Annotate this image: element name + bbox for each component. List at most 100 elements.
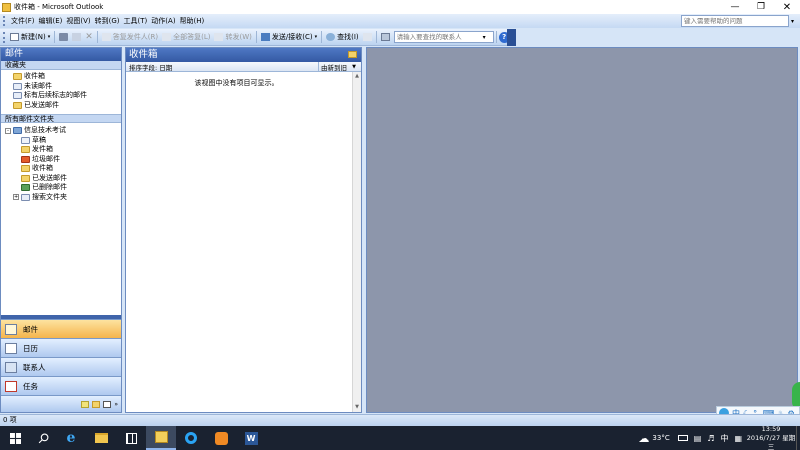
show-desktop-button[interactable] <box>796 426 800 450</box>
collapse-icon[interactable]: - <box>5 127 11 134</box>
folder-root[interactable]: - 信息技术考试 <box>5 126 121 136</box>
menu-edit[interactable]: 编辑(E) <box>37 14 65 28</box>
search-taskbar-button[interactable] <box>30 426 56 450</box>
nav-button-mail[interactable]: 邮件 <box>1 319 121 338</box>
sort-field-label: 排序字段: 日期 <box>129 63 173 72</box>
menu-go[interactable]: 转到(G) <box>93 14 122 28</box>
nav-buttons: 邮件 日历 联系人 任务 » <box>1 319 121 412</box>
sort-header[interactable]: 排序字段: 日期 由新到旧 ▼ <box>126 61 361 72</box>
print-button[interactable] <box>57 30 70 44</box>
configure-buttons-icon[interactable]: » <box>114 401 118 408</box>
tray-extra-icon[interactable]: ▦ <box>734 434 742 443</box>
new-button[interactable]: 新建(N) ▾ <box>8 30 52 44</box>
menu-file[interactable]: 文件(F) <box>9 14 37 28</box>
nav-shortcuts-bar: » <box>1 395 121 412</box>
move-to-folder-button[interactable] <box>70 30 83 44</box>
nav-button-contacts[interactable]: 联系人 <box>1 357 121 376</box>
maximize-button[interactable]: ❐ <box>748 2 774 12</box>
scroll-down-icon[interactable]: ▼ <box>353 403 361 412</box>
folder-sent[interactable]: 已发送邮件 <box>21 174 121 184</box>
tray-network-icon[interactable]: ▤ <box>694 434 702 443</box>
taskbar-word[interactable]: W <box>236 426 266 450</box>
nav-button-tasks[interactable]: 任务 <box>1 376 121 395</box>
inbox-folder-icon <box>348 51 357 58</box>
address-book-button[interactable] <box>379 30 392 44</box>
favorite-unread[interactable]: 未读邮件 <box>13 82 121 92</box>
folder-junk[interactable]: 垃圾邮件 <box>21 155 121 165</box>
favorite-sent[interactable]: 已发送邮件 <box>13 101 121 111</box>
find-button[interactable]: 查找(I) <box>324 30 361 44</box>
favorites-list: 收件箱 未读邮件 标有后续标志的邮件 已发送邮件 <box>1 70 121 112</box>
help-search-input[interactable] <box>680 15 789 27</box>
folder-list-icon[interactable] <box>92 400 101 408</box>
favorites-header[interactable]: 收藏夹 <box>1 61 121 70</box>
folder-inbox[interactable]: 收件箱 <box>21 164 121 174</box>
folder-drafts[interactable]: 草稿 <box>21 136 121 146</box>
forward-button[interactable]: 转发(W) <box>212 30 253 44</box>
clock[interactable]: 13:59 2016/7/27 星期三 <box>746 425 796 450</box>
folder-search[interactable]: + 搜索文件夹 <box>5 193 121 203</box>
contact-search-input[interactable] <box>394 32 483 42</box>
message-list-pane: 收件箱 排序字段: 日期 由新到旧 ▼ 该视图中没有项目可显示。 ▲ ▼ <box>125 47 362 413</box>
weather-cloud-icon[interactable]: ☁ <box>638 432 649 445</box>
outbox-icon <box>21 146 30 154</box>
shortcuts-icon[interactable] <box>103 400 112 408</box>
taskbar-app-orange[interactable] <box>206 426 236 450</box>
sort-order-icon[interactable]: ▼ <box>347 64 361 70</box>
rules-button[interactable] <box>361 30 374 44</box>
menu-actions[interactable]: 动作(A) <box>149 14 177 28</box>
tasks-icon <box>5 380 17 392</box>
flag-folder-icon <box>13 92 22 100</box>
delete-button[interactable]: ✕ <box>83 30 95 44</box>
tray-volume-icon[interactable]: ♬ <box>707 434 714 443</box>
close-button[interactable]: ✕ <box>774 2 800 13</box>
reply-all-button[interactable]: 全部答复(L) <box>160 30 212 44</box>
tray-battery-icon[interactable] <box>677 435 688 441</box>
favorite-flagged[interactable]: 标有后续标志的邮件 <box>13 91 121 101</box>
scroll-up-icon[interactable]: ▲ <box>353 72 361 81</box>
start-button[interactable] <box>0 426 30 450</box>
move-folder-icon <box>72 33 82 41</box>
reading-pane <box>366 47 798 413</box>
nav-button-calendar[interactable]: 日历 <box>1 338 121 357</box>
window-title: 收件箱 - Microsoft Outlook <box>14 3 104 11</box>
taskbar-ie[interactable]: e <box>56 426 86 450</box>
standard-toolbar: 新建(N) ▾ ✕ 答复发件人(R) 全部答复(L) 转发(W) 发送/接收(C)… <box>0 29 516 46</box>
new-mail-icon <box>10 33 19 41</box>
help-dropdown-icon[interactable]: ▾ <box>791 18 794 25</box>
contact-search-box[interactable]: ▾ <box>393 31 494 43</box>
menu-bar: 文件(F) 编辑(E) 视图(V) 转到(G) 工具(T) 动作(A) 帮助(H… <box>0 14 800 28</box>
tray-ime-indicator[interactable]: 中 <box>720 433 728 444</box>
minimize-button[interactable]: — <box>722 2 748 12</box>
contact-dropdown-icon[interactable]: ▾ <box>483 34 486 41</box>
reply-icon <box>101 33 111 41</box>
orange-app-icon <box>214 431 228 445</box>
taskbar-store[interactable] <box>116 426 146 450</box>
taskbar-outlook[interactable] <box>146 426 176 450</box>
list-scrollbar[interactable]: ▲ ▼ <box>352 72 361 412</box>
menu-grip <box>3 16 6 26</box>
favorite-inbox[interactable]: 收件箱 <box>13 72 121 82</box>
all-folders-header[interactable]: 所有邮件文件夹 <box>1 114 121 123</box>
menu-tools[interactable]: 工具(T) <box>122 14 150 28</box>
address-book-icon <box>380 33 390 41</box>
menu-help[interactable]: 帮助(H) <box>178 14 207 28</box>
send-receive-button[interactable]: 发送/接收(C) ▾ <box>259 30 319 44</box>
reply-sender-button[interactable]: 答复发件人(R) <box>100 30 160 44</box>
toolbar-end-cap <box>507 29 516 46</box>
taskbar-browser-q[interactable] <box>176 426 206 450</box>
rules-icon <box>362 33 372 41</box>
weather-temperature[interactable]: 33°C <box>652 434 669 442</box>
taskbar-explorer[interactable] <box>86 426 116 450</box>
contacts-icon <box>5 361 17 373</box>
q-browser-icon <box>185 432 197 444</box>
status-bar: 0 项 <box>0 414 800 426</box>
menu-view[interactable]: 视图(V) <box>64 14 92 28</box>
folder-outbox[interactable]: 发件箱 <box>21 145 121 155</box>
clock-date: 2016/7/27 星期三 <box>746 433 796 450</box>
printer-icon <box>59 33 69 41</box>
notes-icon[interactable] <box>81 400 90 408</box>
expand-icon[interactable]: + <box>13 194 19 201</box>
sort-order-label[interactable]: 由新到旧 <box>318 61 347 72</box>
folder-deleted[interactable]: 已删除邮件 <box>21 183 121 193</box>
